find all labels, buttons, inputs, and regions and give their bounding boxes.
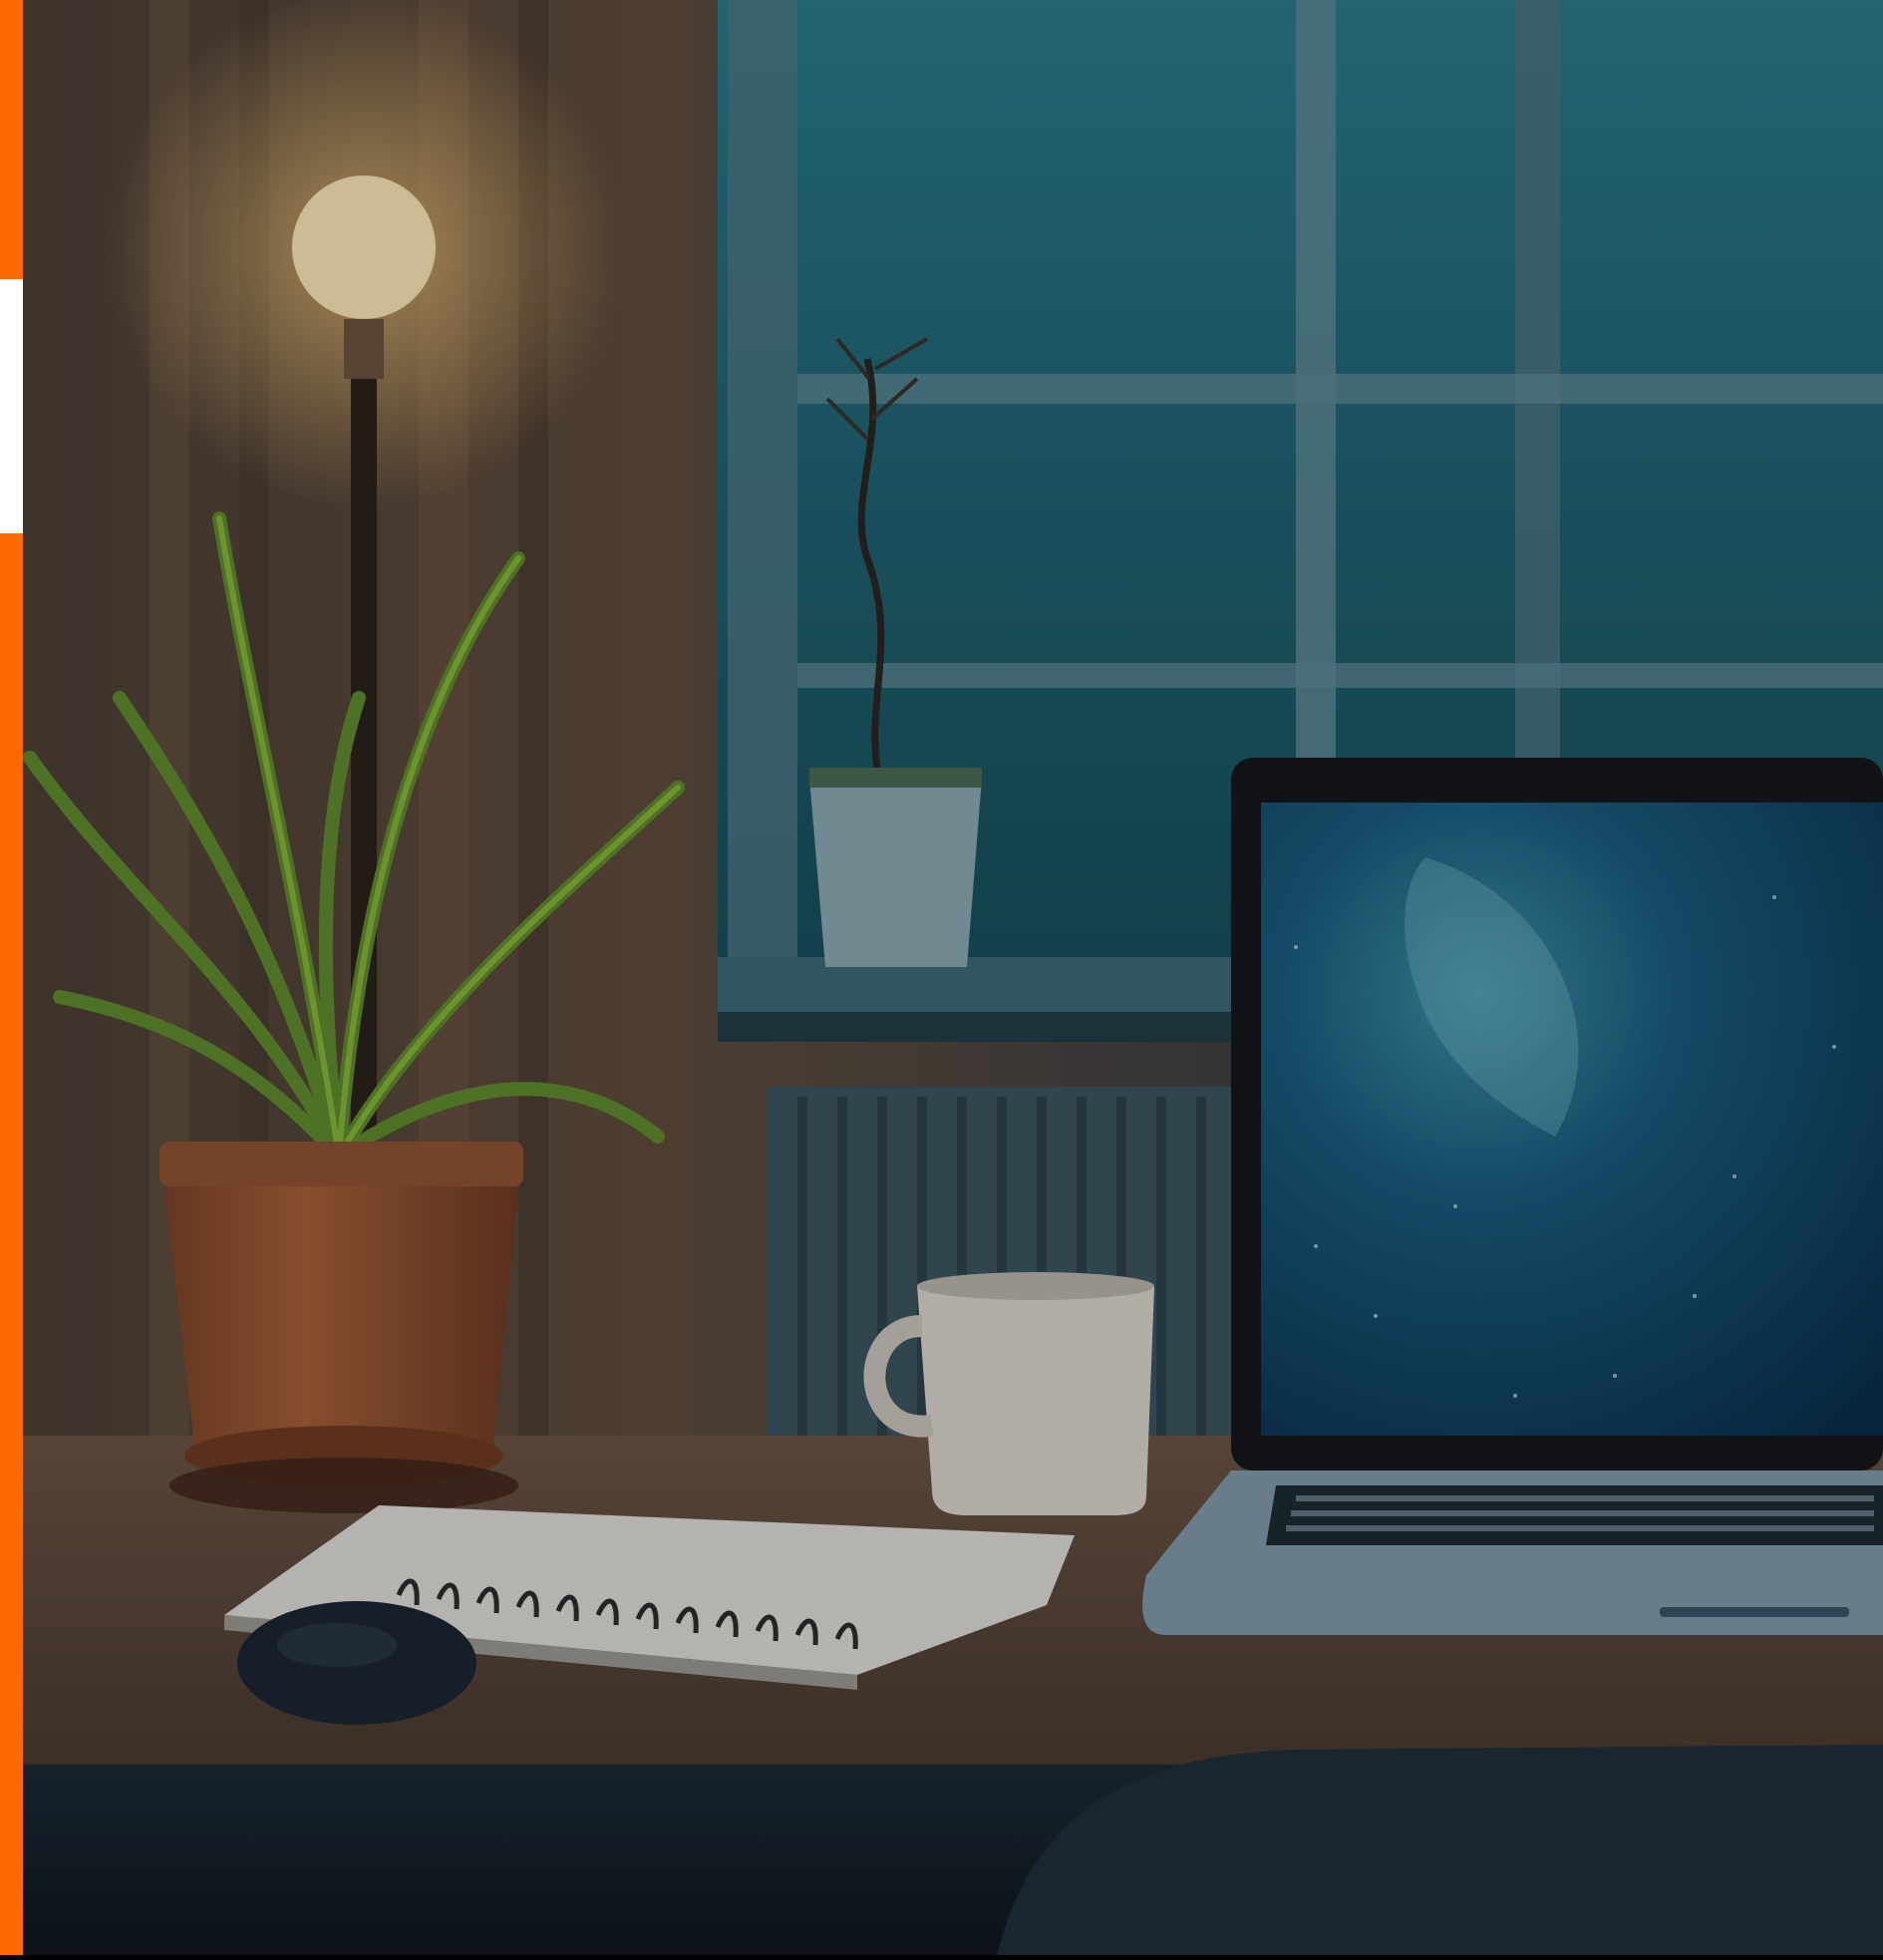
accent-bar-white [0,279,23,533]
scene-illustration [0,0,1883,1955]
tint-overlay [0,0,1883,1955]
photo-scene [0,0,1883,1955]
accent-bar-bottom [0,533,23,1955]
accent-bar-top [0,0,23,279]
